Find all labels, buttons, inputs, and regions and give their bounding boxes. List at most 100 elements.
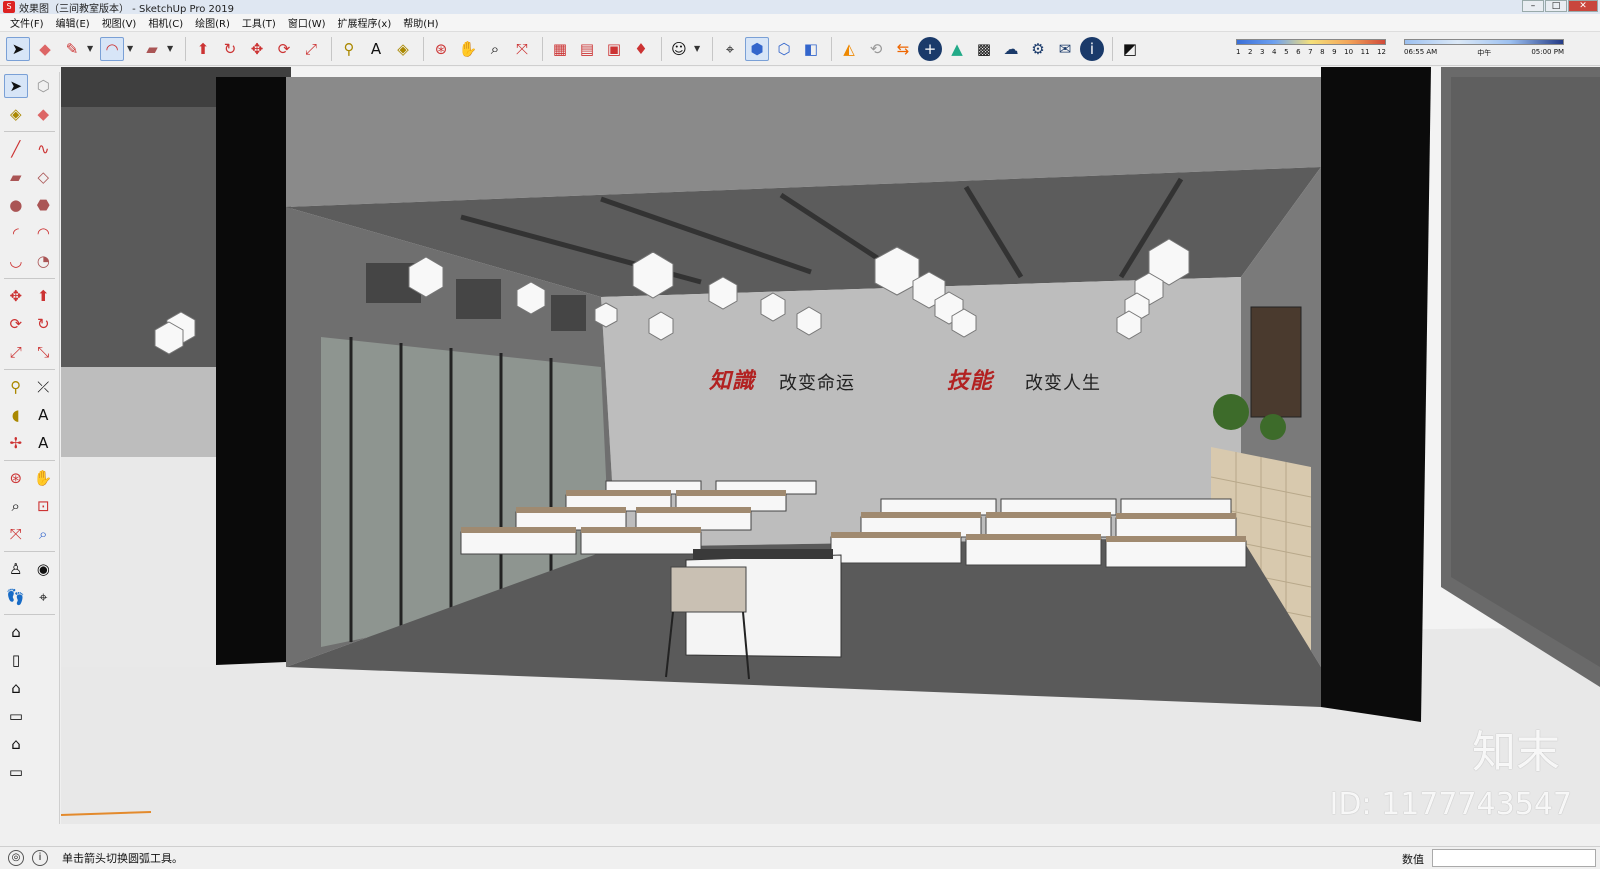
pie-icon[interactable]: ◔ bbox=[32, 249, 56, 273]
position-camera-icon[interactable]: ♙ bbox=[4, 557, 28, 581]
shadow-month-slider[interactable]: 1 2 3 4 5 6 7 8 9 10 11 12 bbox=[1236, 36, 1388, 60]
add-icon[interactable]: + bbox=[918, 36, 942, 61]
chevron-down-icon[interactable]: ▼ bbox=[694, 44, 703, 53]
chevron-down-icon[interactable]: ▼ bbox=[167, 44, 176, 53]
menu-file[interactable]: 文件(F) bbox=[4, 15, 50, 30]
follow-me-icon[interactable]: ↻ bbox=[32, 312, 56, 336]
walk-icon[interactable]: 👣 bbox=[4, 585, 28, 609]
info-icon[interactable]: i bbox=[1080, 36, 1104, 61]
minimize-button[interactable]: – bbox=[1522, 0, 1544, 12]
ruby-icon[interactable]: ♦ bbox=[629, 37, 653, 61]
eraser-icon[interactable]: ◆ bbox=[32, 102, 56, 126]
iso-house-icon[interactable]: ⌂ bbox=[4, 620, 28, 644]
front-house-icon[interactable]: ⌂ bbox=[4, 676, 28, 700]
chevron-down-icon[interactable]: ▼ bbox=[87, 44, 96, 53]
tape-measure-icon[interactable]: ⚲ bbox=[4, 375, 28, 399]
two-point-arc-icon[interactable]: ◠ bbox=[32, 221, 56, 245]
move-icon[interactable]: ✥ bbox=[4, 284, 28, 308]
pan-icon[interactable]: ✋ bbox=[32, 466, 56, 490]
upload-icon[interactable]: ▲ bbox=[945, 37, 969, 61]
pencil-icon[interactable]: ✎ bbox=[60, 37, 84, 61]
paint-bucket-icon[interactable]: ◈ bbox=[4, 102, 28, 126]
rectangle-icon[interactable]: ▰ bbox=[140, 37, 164, 61]
push-pull-icon[interactable]: ⬆ bbox=[32, 284, 56, 308]
menu-edit[interactable]: 编辑(E) bbox=[50, 15, 96, 30]
rectangle-icon[interactable]: ▰ bbox=[4, 165, 28, 189]
scale-icon[interactable]: ⤢ bbox=[4, 340, 28, 364]
shadow-time-slider[interactable]: 06:55 AM 中午 05:00 PM bbox=[1404, 36, 1564, 60]
text-icon[interactable]: A bbox=[364, 37, 388, 61]
zoom-icon[interactable]: ⌕ bbox=[4, 494, 28, 518]
geolocation-icon[interactable]: ◎ bbox=[8, 850, 24, 866]
right-view-house-icon[interactable]: ▯ bbox=[4, 648, 28, 672]
profile-icon[interactable]: ☺ bbox=[667, 37, 691, 61]
zoom-window-icon[interactable]: ⊡ bbox=[32, 494, 56, 518]
component-icon[interactable]: ⬡ bbox=[32, 74, 55, 98]
model-viewport[interactable]: 知識 改变命运 技能 改变人生 知末 ID: 1177743547 bbox=[61, 67, 1600, 824]
rotated-rectangle-icon[interactable]: ◇ bbox=[32, 165, 56, 189]
text-icon[interactable]: A bbox=[32, 403, 56, 427]
measurements-input[interactable] bbox=[1432, 849, 1596, 867]
3d-text-icon[interactable]: A bbox=[32, 431, 56, 455]
axes-icon[interactable]: ✢ bbox=[4, 431, 28, 455]
eraser-icon[interactable]: ◆ bbox=[33, 37, 57, 61]
rotate-icon[interactable]: ⟳ bbox=[4, 312, 28, 336]
freehand-icon[interactable]: ∿ bbox=[32, 137, 56, 161]
menu-draw[interactable]: 绘图(R) bbox=[189, 15, 236, 30]
menu-extensions[interactable]: 扩展程序(x) bbox=[332, 15, 398, 30]
iso-view-icon[interactable]: ⬢ bbox=[745, 36, 769, 61]
month-bar[interactable] bbox=[1236, 39, 1386, 45]
export-icon[interactable]: ⇆ bbox=[891, 37, 915, 61]
rotate-icon[interactable]: ⟳ bbox=[272, 37, 296, 61]
select-icon[interactable]: ➤ bbox=[4, 74, 28, 98]
texture-icon[interactable]: ▩ bbox=[972, 37, 996, 61]
three-point-arc-icon[interactable]: ◡ bbox=[4, 249, 28, 273]
dimension-icon[interactable]: ⤫ bbox=[32, 375, 56, 399]
protractor-icon[interactable]: ◖ bbox=[4, 403, 28, 427]
previous-view-icon[interactable]: ⌕ bbox=[32, 522, 56, 546]
arc-icon[interactable]: ◜ bbox=[4, 221, 28, 245]
left-house-icon[interactable]: ⌂ bbox=[4, 732, 28, 756]
menu-help[interactable]: 帮助(H) bbox=[397, 15, 444, 30]
zoom-extents-icon[interactable]: ⤧ bbox=[510, 37, 534, 61]
orbit-icon[interactable]: ⊛ bbox=[4, 466, 28, 490]
info-icon[interactable]: i bbox=[32, 850, 48, 866]
orbit-icon[interactable]: ⊛ bbox=[429, 37, 453, 61]
tape-measure-icon[interactable]: ⚲ bbox=[337, 37, 361, 61]
line-icon[interactable]: ╱ bbox=[4, 137, 28, 161]
extension-warehouse-icon[interactable]: ▤ bbox=[575, 37, 599, 61]
menu-window[interactable]: 窗口(W) bbox=[282, 15, 332, 30]
front-view-icon[interactable]: ◧ bbox=[799, 37, 823, 61]
position-camera-icon[interactable]: ⌖ bbox=[718, 37, 742, 61]
time-bar[interactable] bbox=[1404, 39, 1564, 45]
refresh-icon[interactable]: ⟲ bbox=[864, 37, 888, 61]
offset-icon[interactable]: ⤡ bbox=[32, 340, 56, 364]
menu-view[interactable]: 视图(V) bbox=[96, 15, 143, 30]
zoom-icon[interactable]: ⌕ bbox=[483, 37, 507, 61]
look-around-icon[interactable]: ◉ bbox=[32, 557, 56, 581]
bottom-house-icon[interactable]: ▭ bbox=[4, 760, 28, 784]
close-button[interactable]: ✕ bbox=[1568, 0, 1598, 12]
menu-tools[interactable]: 工具(T) bbox=[236, 15, 282, 30]
top-view-icon[interactable]: ⬡ bbox=[772, 37, 796, 61]
pan-icon[interactable]: ✋ bbox=[456, 37, 480, 61]
section-plane-icon[interactable]: ⌖ bbox=[32, 585, 56, 609]
layout-icon[interactable]: ▣ bbox=[602, 37, 626, 61]
scale-icon[interactable]: ⤢ bbox=[299, 37, 323, 61]
sandbox-icon[interactable]: ◭ bbox=[837, 37, 861, 61]
move-icon[interactable]: ✥ bbox=[245, 37, 269, 61]
zoom-extents-icon[interactable]: ⤧ bbox=[4, 522, 28, 546]
menu-camera[interactable]: 相机(C) bbox=[142, 15, 189, 30]
settings-icon[interactable]: ⚙ bbox=[1026, 37, 1050, 61]
shadow-toggle-icon[interactable]: ◩ bbox=[1118, 37, 1142, 61]
select-icon[interactable]: ➤ bbox=[6, 36, 30, 61]
push-pull-icon[interactable]: ⬆ bbox=[191, 37, 215, 61]
arc-icon[interactable]: ◠ bbox=[100, 36, 124, 61]
cloud-icon[interactable]: ☁ bbox=[999, 37, 1023, 61]
paint-bucket-icon[interactable]: ◈ bbox=[391, 37, 415, 61]
mail-icon[interactable]: ✉ bbox=[1053, 37, 1077, 61]
back-house-icon[interactable]: ▭ bbox=[4, 704, 28, 728]
polygon-icon[interactable]: ⬣ bbox=[32, 193, 56, 217]
circle-icon[interactable]: ● bbox=[4, 193, 28, 217]
maximize-button[interactable]: □ bbox=[1545, 0, 1567, 12]
